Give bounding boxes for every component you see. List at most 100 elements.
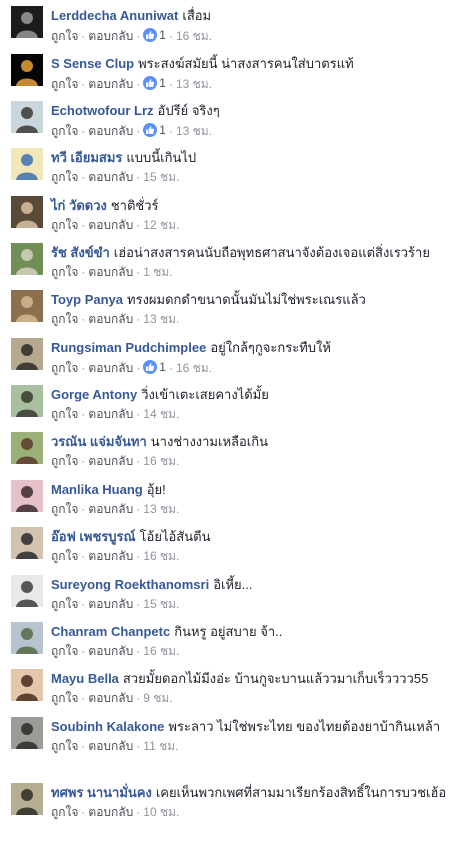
reply-link[interactable]: ตอบกลับ	[88, 170, 133, 184]
separator-dot: ·	[136, 597, 141, 611]
reply-link[interactable]: ตอบกลับ	[88, 361, 133, 375]
reply-link[interactable]: ตอบกลับ	[88, 454, 133, 468]
comment-author[interactable]: Chanram Chanpetc	[51, 624, 170, 639]
like-link[interactable]: ถูกใจ	[51, 691, 78, 705]
avatar-woman-field[interactable]	[11, 432, 43, 464]
comment-line: Chanram Chanpetc กินหรู อยู่สบาย จ้า..	[51, 622, 461, 641]
like-link[interactable]: ถูกใจ	[51, 644, 78, 658]
avatar-group[interactable]	[11, 338, 43, 370]
separator-dot: ·	[136, 739, 141, 753]
reply-link[interactable]: ตอบกลับ	[88, 597, 133, 611]
reply-link[interactable]: ตอบกลับ	[88, 407, 133, 421]
comment-timestamp[interactable]: 13 ชม.	[176, 124, 212, 138]
like-link[interactable]: ถูกใจ	[51, 805, 78, 819]
comment-author[interactable]: Soubinh Kalakone	[51, 719, 164, 734]
reply-link[interactable]: ตอบกลับ	[88, 691, 133, 705]
comment-author[interactable]: Manlika Huang	[51, 482, 143, 497]
like-link[interactable]: ถูกใจ	[51, 170, 78, 184]
comment-timestamp[interactable]: 13 ชม.	[176, 77, 212, 91]
avatar-mask[interactable]	[11, 6, 43, 38]
reply-link[interactable]: ตอบกลับ	[88, 739, 133, 753]
comment-timestamp[interactable]: 9 ชม.	[143, 691, 172, 705]
reply-link[interactable]: ตอบกลับ	[88, 644, 133, 658]
separator-dot: ·	[81, 361, 86, 375]
reply-link[interactable]: ตอบกลับ	[88, 124, 133, 138]
comment-timestamp[interactable]: 16 ชม.	[143, 549, 179, 563]
reply-link[interactable]: ตอบกลับ	[88, 502, 133, 516]
avatar-person-outdoor[interactable]	[11, 101, 43, 133]
like-count[interactable]: 1	[143, 25, 166, 45]
reply-link[interactable]: ตอบกลับ	[88, 29, 133, 43]
like-link[interactable]: ถูกใจ	[51, 502, 78, 516]
comment-author[interactable]: อ๊อฟ เพชรบูรณ์	[51, 529, 136, 544]
comment-body: ไก่ วัดดวง ชาติชั่วร์ ถูกใจ · ตอบกลับ · 12 ชม.	[51, 196, 461, 235]
comment-author[interactable]: Rungsiman Pudchimplee	[51, 340, 206, 355]
comment-timestamp[interactable]: 16 ชม.	[143, 454, 179, 468]
like-link[interactable]: ถูกใจ	[51, 218, 78, 232]
reply-link[interactable]: ตอบกลับ	[88, 312, 133, 326]
comment-author[interactable]: ไก่ วัดดวง	[51, 198, 107, 213]
comment-timestamp[interactable]: 16 ชม.	[143, 644, 179, 658]
avatar-man-outdoor[interactable]	[11, 783, 43, 815]
comment-timestamp[interactable]: 13 ชม.	[143, 312, 179, 326]
comment-author[interactable]: Gorge Antony	[51, 387, 137, 402]
like-link[interactable]: ถูกใจ	[51, 597, 78, 611]
separator-dot: ·	[81, 312, 86, 326]
avatar-selfie[interactable]	[11, 527, 43, 559]
like-link[interactable]: ถูกใจ	[51, 29, 78, 43]
like-link[interactable]: ถูกใจ	[51, 124, 78, 138]
comment-timestamp[interactable]: 16 ชม.	[176, 361, 212, 375]
like-link[interactable]: ถูกใจ	[51, 549, 78, 563]
comment-timestamp[interactable]: 13 ชม.	[143, 502, 179, 516]
comment-timestamp[interactable]: 10 ชม.	[143, 805, 179, 819]
like-link[interactable]: ถูกใจ	[51, 312, 78, 326]
comment-author[interactable]: Toyp Panya	[51, 292, 123, 307]
thumbs-up-icon	[143, 123, 158, 137]
comment-line: Manlika Huang อุ้ย!	[51, 480, 461, 499]
like-link[interactable]: ถูกใจ	[51, 265, 78, 279]
avatar-candle[interactable]	[11, 54, 43, 86]
comment-timestamp[interactable]: 16 ชม.	[176, 29, 212, 43]
comment-timestamp[interactable]: 15 ชม.	[143, 597, 179, 611]
comment-author[interactable]: ทศพร นานามั่นคง	[51, 785, 152, 800]
comment-author[interactable]: รัช สังข์ขำ	[51, 245, 110, 260]
comment-line: Toyp Panya ทรงผมดกดำขนาดนั้นมันไม่ใช่พระเ…	[51, 290, 461, 309]
avatar-sepia[interactable]	[11, 290, 43, 322]
comment-timestamp[interactable]: 11 ชม.	[143, 739, 178, 753]
reply-link[interactable]: ตอบกลับ	[88, 218, 133, 232]
avatar-cartoon[interactable]	[11, 148, 43, 180]
like-link[interactable]: ถูกใจ	[51, 739, 78, 753]
comment-author[interactable]: Mayu Bella	[51, 671, 119, 686]
like-count[interactable]: 1	[143, 73, 166, 93]
reply-link[interactable]: ตอบกลับ	[88, 805, 133, 819]
avatar-woman-smile[interactable]	[11, 669, 43, 701]
like-link[interactable]: ถูกใจ	[51, 361, 78, 375]
like-link[interactable]: ถูกใจ	[51, 407, 78, 421]
comment-timestamp[interactable]: 12 ชม.	[143, 218, 179, 232]
avatar-people-dark[interactable]	[11, 196, 43, 228]
like-count[interactable]: 1	[143, 120, 166, 140]
comment-actions: ถูกใจ · ตอบกลับ · 16 ชม.	[51, 546, 461, 566]
comment-author[interactable]: วรณัน แจ่มจันทา	[51, 434, 147, 449]
comment-author[interactable]: S Sense Clup	[51, 56, 134, 71]
avatar-landscape[interactable]	[11, 622, 43, 654]
comment-author[interactable]: Echotwofour Lrz	[51, 103, 154, 118]
avatar-man-white[interactable]	[11, 575, 43, 607]
like-link[interactable]: ถูกใจ	[51, 77, 78, 91]
comment-timestamp[interactable]: 15 ชม.	[143, 170, 179, 184]
reply-link[interactable]: ตอบกลับ	[88, 265, 133, 279]
like-count[interactable]: 1	[143, 357, 166, 377]
comment-author[interactable]: Lerddecha Anuniwat	[51, 8, 178, 23]
comment-author[interactable]: Sureyong Roekthanomsri	[51, 577, 209, 592]
avatar-woman-pink[interactable]	[11, 480, 43, 512]
comment-timestamp[interactable]: 1 ชม.	[143, 265, 172, 279]
comment-author[interactable]: ทวี เอียมสมร	[51, 150, 122, 165]
avatar-scenery[interactable]	[11, 243, 43, 275]
avatar-man-green[interactable]	[11, 385, 43, 417]
reply-link[interactable]: ตอบกลับ	[88, 77, 133, 91]
reply-link[interactable]: ตอบกลับ	[88, 549, 133, 563]
comment-timestamp[interactable]: 14 ชม.	[143, 407, 179, 421]
like-link[interactable]: ถูกใจ	[51, 454, 78, 468]
separator-dot: ·	[81, 170, 86, 184]
avatar-man-grey[interactable]	[11, 717, 43, 749]
